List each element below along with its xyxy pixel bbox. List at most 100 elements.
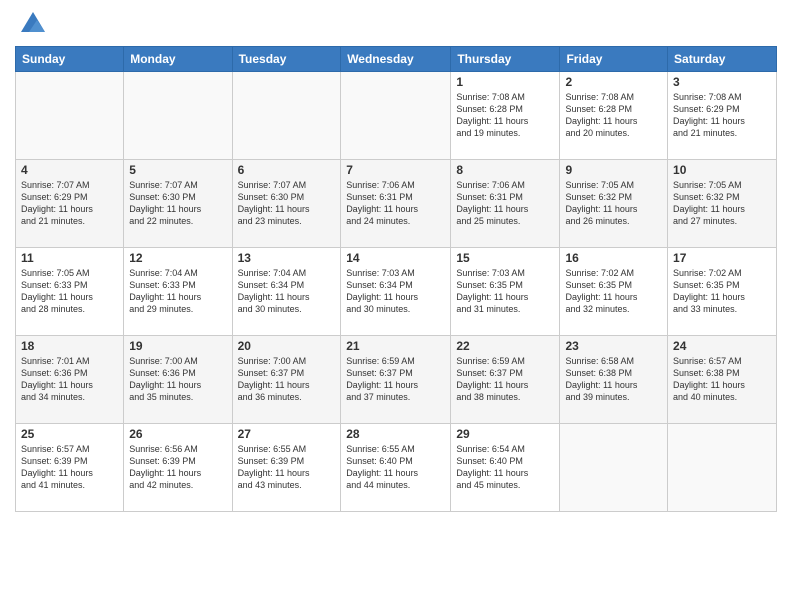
week-row-0: 1 Sunrise: 7:08 AM Sunset: 6:28 PM Daylig… bbox=[16, 72, 777, 160]
day-info: Sunrise: 7:00 AM Sunset: 6:36 PM Dayligh… bbox=[129, 355, 226, 404]
day-number: 5 bbox=[129, 163, 226, 177]
calendar-cell: 10Sunrise: 7:05 AM Sunset: 6:32 PM Dayli… bbox=[668, 160, 777, 248]
day-number: 1 bbox=[456, 75, 554, 89]
day-info: Sunrise: 6:57 AM Sunset: 6:39 PM Dayligh… bbox=[21, 443, 118, 492]
day-info: Sunrise: 7:07 AM Sunset: 6:30 PM Dayligh… bbox=[129, 179, 226, 228]
calendar-cell: 21 Sunrise: 6:59 AM Sunset: 6:37 PM Dayli… bbox=[341, 336, 451, 424]
weekday-header-thursday: Thursday bbox=[451, 47, 560, 72]
calendar-cell: 19 Sunrise: 7:00 AM Sunset: 6:36 PM Dayli… bbox=[124, 336, 232, 424]
day-number: 17 bbox=[673, 251, 771, 265]
day-number: 6 bbox=[238, 163, 336, 177]
calendar-cell: 26Sunrise: 6:56 AM Sunset: 6:39 PM Dayli… bbox=[124, 424, 232, 512]
calendar-cell: 23 Sunrise: 6:58 AM Sunset: 6:38 PM Dayli… bbox=[560, 336, 668, 424]
day-number: 8 bbox=[456, 163, 554, 177]
day-info: Sunrise: 6:57 AM Sunset: 6:38 PM Dayligh… bbox=[673, 355, 771, 404]
day-info: Sunrise: 7:00 AM Sunset: 6:37 PM Dayligh… bbox=[238, 355, 336, 404]
calendar-cell: 24 Sunrise: 6:57 AM Sunset: 6:38 PM Dayli… bbox=[668, 336, 777, 424]
day-number: 7 bbox=[346, 163, 445, 177]
weekday-header-monday: Monday bbox=[124, 47, 232, 72]
day-info: Sunrise: 6:59 AM Sunset: 6:37 PM Dayligh… bbox=[346, 355, 445, 404]
calendar-cell bbox=[668, 424, 777, 512]
calendar-cell: 4 Sunrise: 7:07 AM Sunset: 6:29 PM Daylig… bbox=[16, 160, 124, 248]
day-number: 21 bbox=[346, 339, 445, 353]
weekday-header-saturday: Saturday bbox=[668, 47, 777, 72]
day-number: 3 bbox=[673, 75, 771, 89]
day-info: Sunrise: 6:54 AM Sunset: 6:40 PM Dayligh… bbox=[456, 443, 554, 492]
calendar-cell: 25 Sunrise: 6:57 AM Sunset: 6:39 PM Dayli… bbox=[16, 424, 124, 512]
day-number: 22 bbox=[456, 339, 554, 353]
calendar-cell: 1 Sunrise: 7:08 AM Sunset: 6:28 PM Daylig… bbox=[451, 72, 560, 160]
calendar-cell: 16Sunrise: 7:02 AM Sunset: 6:35 PM Dayli… bbox=[560, 248, 668, 336]
weekday-header-row: SundayMondayTuesdayWednesdayThursdayFrid… bbox=[16, 47, 777, 72]
day-number: 10 bbox=[673, 163, 771, 177]
day-info: Sunrise: 6:59 AM Sunset: 6:37 PM Dayligh… bbox=[456, 355, 554, 404]
day-number: 19 bbox=[129, 339, 226, 353]
calendar: SundayMondayTuesdayWednesdayThursdayFrid… bbox=[15, 46, 777, 512]
calendar-cell: 8 Sunrise: 7:06 AM Sunset: 6:31 PM Daylig… bbox=[451, 160, 560, 248]
weekday-header-friday: Friday bbox=[560, 47, 668, 72]
calendar-cell bbox=[341, 72, 451, 160]
day-number: 18 bbox=[21, 339, 118, 353]
day-info: Sunrise: 6:58 AM Sunset: 6:38 PM Dayligh… bbox=[565, 355, 662, 404]
day-info: Sunrise: 7:06 AM Sunset: 6:31 PM Dayligh… bbox=[346, 179, 445, 228]
weekday-header-sunday: Sunday bbox=[16, 47, 124, 72]
day-info: Sunrise: 7:04 AM Sunset: 6:34 PM Dayligh… bbox=[238, 267, 336, 316]
calendar-cell: 3 Sunrise: 7:08 AM Sunset: 6:29 PM Daylig… bbox=[668, 72, 777, 160]
calendar-cell: 28Sunrise: 6:55 AM Sunset: 6:40 PM Dayli… bbox=[341, 424, 451, 512]
calendar-cell bbox=[16, 72, 124, 160]
calendar-cell bbox=[560, 424, 668, 512]
calendar-cell: 9 Sunrise: 7:05 AM Sunset: 6:32 PM Daylig… bbox=[560, 160, 668, 248]
day-info: Sunrise: 7:07 AM Sunset: 6:30 PM Dayligh… bbox=[238, 179, 336, 228]
day-number: 15 bbox=[456, 251, 554, 265]
week-row-2: 11 Sunrise: 7:05 AM Sunset: 6:33 PM Dayli… bbox=[16, 248, 777, 336]
calendar-cell: 22 Sunrise: 6:59 AM Sunset: 6:37 PM Dayli… bbox=[451, 336, 560, 424]
day-number: 20 bbox=[238, 339, 336, 353]
day-number: 14 bbox=[346, 251, 445, 265]
calendar-cell: 2Sunrise: 7:08 AM Sunset: 6:28 PM Daylig… bbox=[560, 72, 668, 160]
calendar-cell: 17 Sunrise: 7:02 AM Sunset: 6:35 PM Dayli… bbox=[668, 248, 777, 336]
day-info: Sunrise: 7:02 AM Sunset: 6:35 PM Dayligh… bbox=[565, 267, 662, 316]
day-info: Sunrise: 6:55 AM Sunset: 6:39 PM Dayligh… bbox=[238, 443, 336, 492]
day-info: Sunrise: 7:08 AM Sunset: 6:28 PM Dayligh… bbox=[456, 91, 554, 140]
day-info: Sunrise: 7:06 AM Sunset: 6:31 PM Dayligh… bbox=[456, 179, 554, 228]
header bbox=[15, 10, 777, 38]
day-info: Sunrise: 7:05 AM Sunset: 6:33 PM Dayligh… bbox=[21, 267, 118, 316]
calendar-cell: 12 Sunrise: 7:04 AM Sunset: 6:33 PM Dayli… bbox=[124, 248, 232, 336]
day-info: Sunrise: 6:56 AM Sunset: 6:39 PM Dayligh… bbox=[129, 443, 226, 492]
calendar-cell: 5 Sunrise: 7:07 AM Sunset: 6:30 PM Daylig… bbox=[124, 160, 232, 248]
calendar-cell: 13 Sunrise: 7:04 AM Sunset: 6:34 PM Dayli… bbox=[232, 248, 341, 336]
logo bbox=[15, 14, 47, 38]
weekday-header-tuesday: Tuesday bbox=[232, 47, 341, 72]
day-info: Sunrise: 7:08 AM Sunset: 6:28 PM Dayligh… bbox=[565, 91, 662, 140]
calendar-cell: 14 Sunrise: 7:03 AM Sunset: 6:34 PM Dayli… bbox=[341, 248, 451, 336]
day-info: Sunrise: 7:07 AM Sunset: 6:29 PM Dayligh… bbox=[21, 179, 118, 228]
calendar-cell: 7 Sunrise: 7:06 AM Sunset: 6:31 PM Daylig… bbox=[341, 160, 451, 248]
page: SundayMondayTuesdayWednesdayThursdayFrid… bbox=[0, 0, 792, 612]
week-row-4: 25 Sunrise: 6:57 AM Sunset: 6:39 PM Dayli… bbox=[16, 424, 777, 512]
calendar-cell bbox=[124, 72, 232, 160]
day-info: Sunrise: 7:02 AM Sunset: 6:35 PM Dayligh… bbox=[673, 267, 771, 316]
day-info: Sunrise: 7:04 AM Sunset: 6:33 PM Dayligh… bbox=[129, 267, 226, 316]
logo-icon bbox=[19, 10, 47, 38]
day-number: 29 bbox=[456, 427, 554, 441]
calendar-cell: 18 Sunrise: 7:01 AM Sunset: 6:36 PM Dayli… bbox=[16, 336, 124, 424]
day-number: 12 bbox=[129, 251, 226, 265]
day-number: 24 bbox=[673, 339, 771, 353]
calendar-cell: 15 Sunrise: 7:03 AM Sunset: 6:35 PM Dayli… bbox=[451, 248, 560, 336]
day-number: 25 bbox=[21, 427, 118, 441]
day-number: 23 bbox=[565, 339, 662, 353]
day-info: Sunrise: 7:08 AM Sunset: 6:29 PM Dayligh… bbox=[673, 91, 771, 140]
day-info: Sunrise: 7:03 AM Sunset: 6:34 PM Dayligh… bbox=[346, 267, 445, 316]
day-number: 9 bbox=[565, 163, 662, 177]
day-info: Sunrise: 7:03 AM Sunset: 6:35 PM Dayligh… bbox=[456, 267, 554, 316]
day-number: 11 bbox=[21, 251, 118, 265]
day-number: 4 bbox=[21, 163, 118, 177]
calendar-cell bbox=[232, 72, 341, 160]
day-number: 27 bbox=[238, 427, 336, 441]
day-number: 13 bbox=[238, 251, 336, 265]
day-number: 28 bbox=[346, 427, 445, 441]
day-info: Sunrise: 7:05 AM Sunset: 6:32 PM Dayligh… bbox=[565, 179, 662, 228]
weekday-header-wednesday: Wednesday bbox=[341, 47, 451, 72]
calendar-cell: 29 Sunrise: 6:54 AM Sunset: 6:40 PM Dayli… bbox=[451, 424, 560, 512]
day-info: Sunrise: 7:01 AM Sunset: 6:36 PM Dayligh… bbox=[21, 355, 118, 404]
